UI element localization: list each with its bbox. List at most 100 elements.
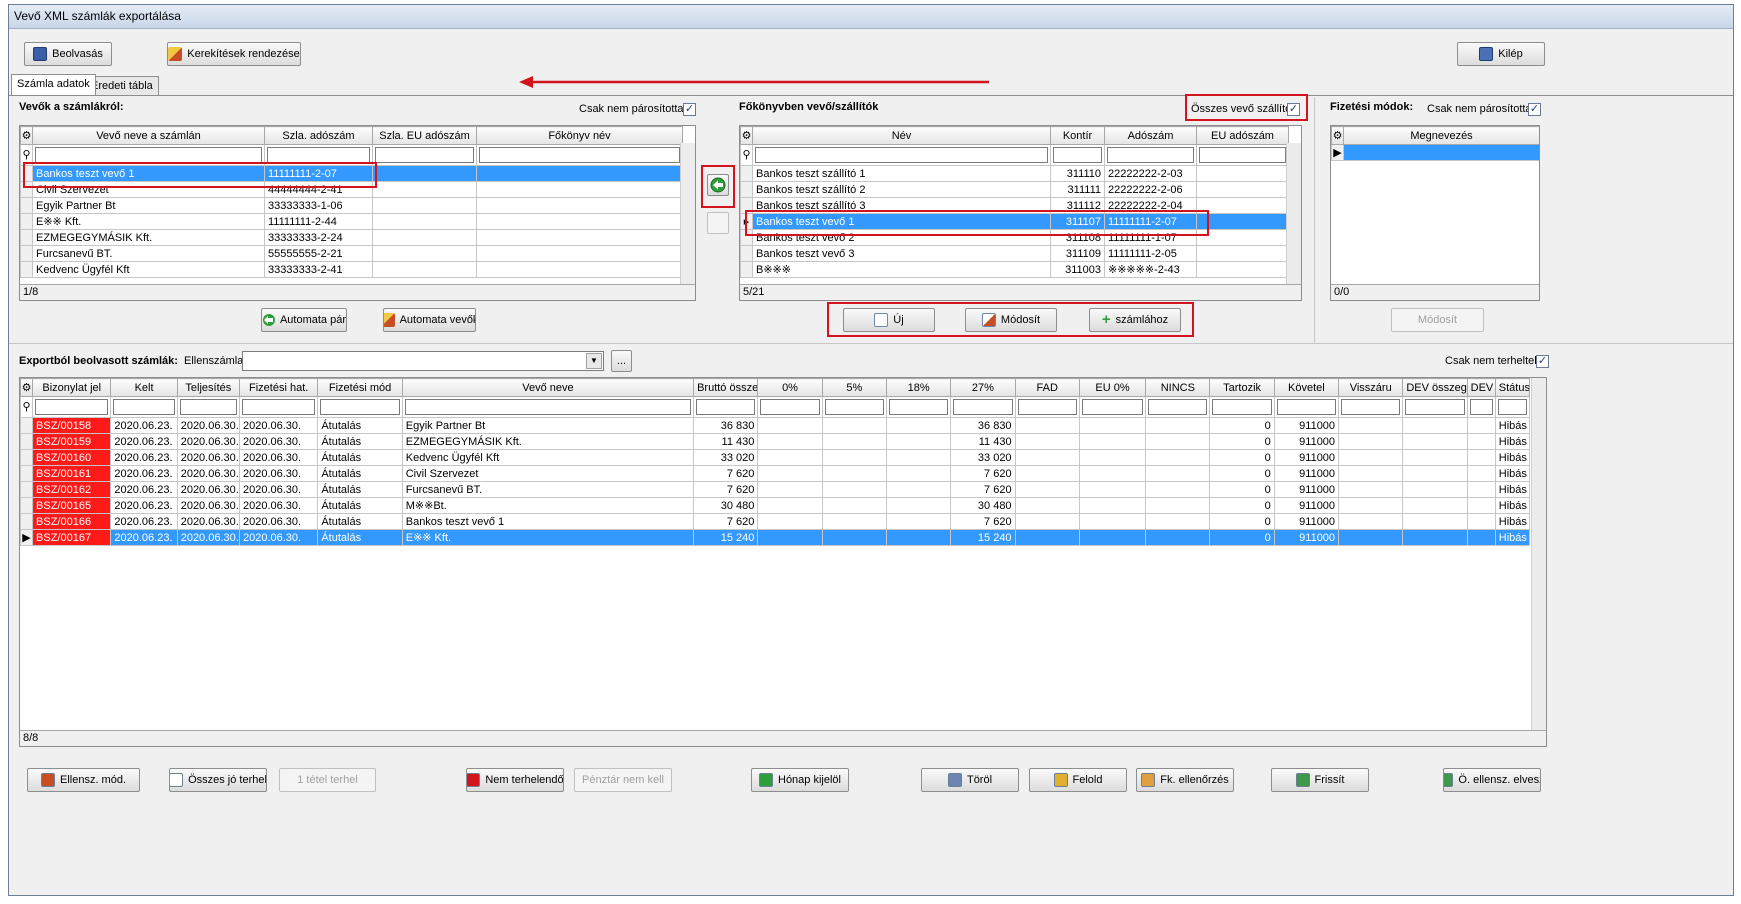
table-cell[interactable]: BSZ/00162 bbox=[32, 481, 112, 498]
auto-customers-button[interactable]: Automata vevők bbox=[383, 308, 476, 332]
table-cell[interactable]: Bankos teszt szállító 1 bbox=[752, 165, 1051, 182]
filter-input[interactable] bbox=[476, 144, 683, 166]
table-cell[interactable]: 2020.06.30. bbox=[238, 465, 319, 482]
table-cell[interactable]: B※※※ bbox=[752, 261, 1051, 278]
table-cell[interactable] bbox=[476, 229, 683, 246]
table-cell[interactable] bbox=[885, 465, 952, 482]
grid-settings-icon[interactable]: ⚙ bbox=[1331, 126, 1344, 145]
table-cell[interactable] bbox=[757, 529, 823, 546]
table-cell[interactable]: 2020.06.23. bbox=[110, 465, 178, 482]
table-row[interactable]: Kedvenc Ügyfél Kft 33333333-2-41 bbox=[20, 261, 683, 278]
column-header[interactable]: Szla. adószám bbox=[264, 126, 373, 145]
ledger-all-checkbox[interactable]: ✓ bbox=[1287, 103, 1300, 116]
table-cell[interactable]: E※※ Kft. bbox=[32, 213, 265, 230]
filter-input[interactable] bbox=[401, 396, 695, 418]
table-cell[interactable]: Átutalás bbox=[317, 481, 403, 498]
scrollbar[interactable] bbox=[1286, 143, 1301, 284]
table-cell[interactable]: ※※※※※-2-43 bbox=[1104, 261, 1197, 278]
column-header[interactable]: Vevő neve bbox=[401, 378, 695, 397]
table-cell[interactable] bbox=[1078, 417, 1147, 434]
table-cell[interactable] bbox=[1466, 497, 1496, 514]
table-cell[interactable]: 15 240 bbox=[693, 529, 759, 546]
table-cell[interactable]: 2020.06.30. bbox=[176, 449, 240, 466]
table-cell[interactable] bbox=[885, 449, 952, 466]
table-cell[interactable]: 311112 bbox=[1050, 197, 1105, 214]
table-row[interactable]: Civil Szervezet 44444444-2-41 bbox=[20, 181, 683, 198]
table-cell[interactable] bbox=[476, 197, 683, 214]
table-cell[interactable]: BSZ/00166 bbox=[32, 513, 112, 530]
table-cell[interactable]: 2020.06.23. bbox=[110, 417, 178, 434]
column-header[interactable]: 18% bbox=[885, 378, 952, 397]
table-cell[interactable]: EZMEGEGYMÁSIK Kft. bbox=[32, 229, 265, 246]
filter-input[interactable] bbox=[693, 396, 759, 418]
table-cell[interactable]: 33333333-2-41 bbox=[264, 261, 373, 278]
table-cell[interactable] bbox=[1078, 513, 1147, 530]
table-cell[interactable] bbox=[1466, 481, 1496, 498]
column-header[interactable]: Fizetési mód bbox=[317, 378, 403, 397]
table-cell[interactable] bbox=[1466, 465, 1496, 482]
table-cell[interactable] bbox=[1402, 529, 1468, 546]
table-cell[interactable]: 7 620 bbox=[950, 513, 1016, 530]
table-cell[interactable] bbox=[757, 465, 823, 482]
table-cell[interactable]: 911000 bbox=[1273, 497, 1340, 514]
column-header[interactable]: Kelt bbox=[110, 378, 178, 397]
table-cell[interactable]: 33 020 bbox=[693, 449, 759, 466]
footer-button[interactable]: 1 tétel terhel bbox=[279, 768, 376, 792]
table-cell[interactable]: 311108 bbox=[1050, 229, 1105, 246]
table-cell[interactable] bbox=[372, 165, 477, 182]
table-cell[interactable] bbox=[821, 417, 887, 434]
table-row[interactable]: BSZ/00158 2020.06.23. 2020.06.30. 2020.06.3… bbox=[20, 417, 1531, 434]
table-row[interactable]: EZMEGEGYMÁSIK Kft. 33333333-2-24 bbox=[20, 229, 683, 246]
table-row[interactable]: Bankos teszt vevő 3 311109 11111111-2-05 bbox=[740, 245, 1289, 262]
table-cell[interactable] bbox=[1338, 529, 1404, 546]
column-header[interactable]: 5% bbox=[821, 378, 887, 397]
column-header[interactable]: Teljesítés bbox=[176, 378, 240, 397]
table-cell[interactable] bbox=[1196, 165, 1289, 182]
table-cell[interactable]: 2020.06.30. bbox=[238, 513, 319, 530]
column-header[interactable]: Név bbox=[752, 126, 1051, 145]
new-button[interactable]: Új bbox=[843, 308, 935, 332]
table-cell[interactable]: 911000 bbox=[1273, 449, 1340, 466]
scrollbar[interactable] bbox=[680, 143, 695, 284]
footer-button[interactable]: Fk. ellenőrzés bbox=[1136, 768, 1234, 792]
filter-input[interactable] bbox=[317, 396, 403, 418]
table-cell[interactable] bbox=[1466, 449, 1496, 466]
filter-input[interactable] bbox=[1145, 396, 1211, 418]
table-cell[interactable]: 33333333-2-24 bbox=[264, 229, 373, 246]
table-cell[interactable]: 22222222-2-03 bbox=[1104, 165, 1197, 182]
table-cell[interactable] bbox=[372, 261, 477, 278]
table-cell[interactable]: 7 620 bbox=[950, 465, 1016, 482]
table-cell[interactable]: 2020.06.30. bbox=[238, 497, 319, 514]
table-cell[interactable]: Kedvenc Ügyfél Kft bbox=[401, 449, 695, 466]
table-cell[interactable]: 22222222-2-06 bbox=[1104, 181, 1197, 198]
filter-input[interactable] bbox=[1196, 144, 1289, 166]
table-cell[interactable]: 0 bbox=[1209, 481, 1275, 498]
table-cell[interactable]: Átutalás bbox=[317, 449, 403, 466]
table-cell[interactable]: Furcsanevű BT. bbox=[401, 481, 695, 498]
table-cell[interactable]: BSZ/00161 bbox=[32, 465, 112, 482]
table-cell[interactable] bbox=[757, 433, 823, 450]
grid-settings-icon[interactable]: ⚙ bbox=[20, 378, 34, 397]
table-cell[interactable] bbox=[821, 481, 887, 498]
table-cell[interactable]: Átutalás bbox=[317, 529, 403, 546]
payment-only-unpaired-checkbox[interactable]: ✓ bbox=[1528, 103, 1541, 116]
table-cell[interactable] bbox=[821, 529, 887, 546]
filter-input[interactable] bbox=[1402, 396, 1468, 418]
table-cell[interactable]: 2020.06.30. bbox=[176, 465, 240, 482]
table-cell[interactable]: 15 240 bbox=[950, 529, 1016, 546]
table-cell[interactable]: 311003 bbox=[1050, 261, 1105, 278]
table-cell[interactable]: Hibás bbox=[1494, 481, 1531, 498]
filter-input[interactable] bbox=[110, 396, 178, 418]
table-cell[interactable]: 911000 bbox=[1273, 481, 1340, 498]
table-cell[interactable] bbox=[885, 497, 952, 514]
payment-modify-button[interactable]: Módosít bbox=[1391, 308, 1484, 332]
table-cell[interactable] bbox=[1338, 417, 1404, 434]
column-header[interactable]: Bizonylat jel bbox=[32, 378, 112, 397]
filter-input[interactable] bbox=[1273, 396, 1340, 418]
table-cell[interactable] bbox=[1014, 433, 1080, 450]
column-header[interactable]: Bruttó összeg bbox=[693, 378, 759, 397]
column-header[interactable]: Követel bbox=[1273, 378, 1340, 397]
grid-settings-icon[interactable]: ⚙ bbox=[20, 126, 33, 145]
table-cell[interactable] bbox=[885, 529, 952, 546]
to-invoice-button[interactable]: + számlához bbox=[1089, 308, 1181, 332]
